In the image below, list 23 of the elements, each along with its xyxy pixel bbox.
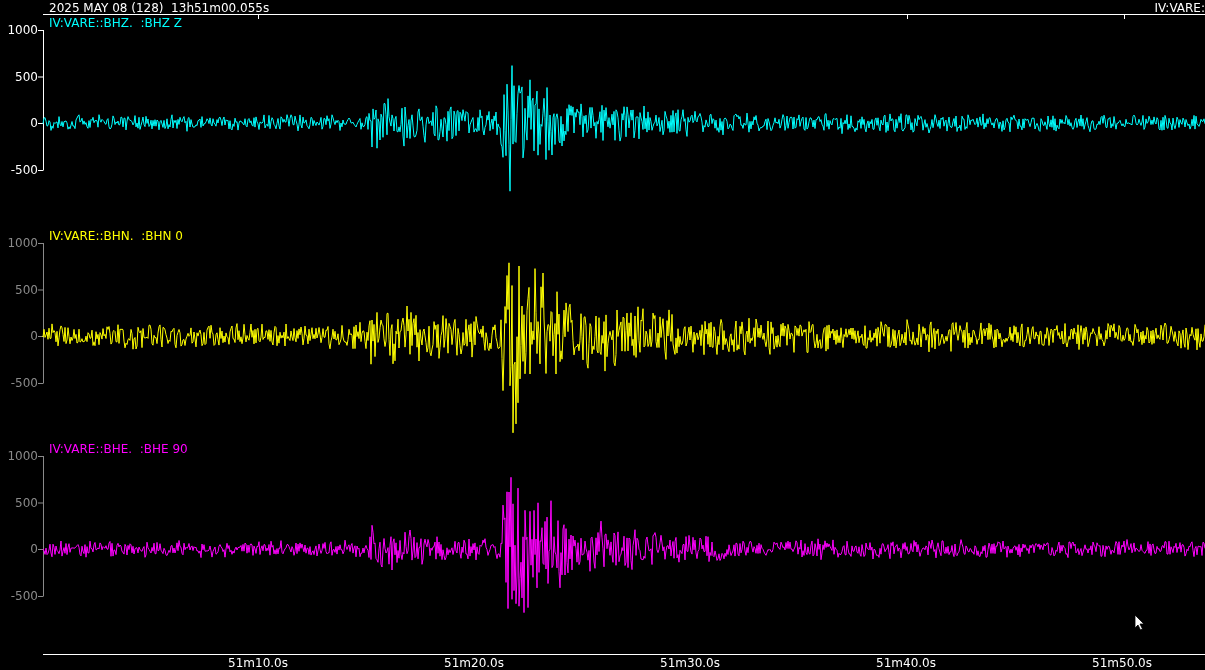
y-tick-label: 0 xyxy=(30,329,38,343)
y-tick-label: -500 xyxy=(10,163,38,177)
y-tick-label: 1000 xyxy=(7,23,38,37)
time-tick-label: 51m30.0s xyxy=(660,656,720,670)
y-tick-label: 1000 xyxy=(7,236,38,250)
time-tick-label: 51m20.0s xyxy=(444,656,504,670)
y-tick-label: -500 xyxy=(10,376,38,390)
y-tick-label: 500 xyxy=(15,69,38,84)
y-tick-label: 500 xyxy=(15,495,38,510)
station-name: IV:VARE: xyxy=(1154,0,1205,15)
trace-label: IV:VARE::BHN. :BHN 0 xyxy=(49,229,183,243)
time-tick-label: 51m50.0s xyxy=(1092,656,1152,670)
y-tick-label: -500 xyxy=(10,589,38,603)
time-tick-label: 51m10.0s xyxy=(228,656,288,670)
time-tick-label: 51m40.0s xyxy=(876,656,936,670)
start-time: 2025 MAY 08 (128) 13h51m00.055s xyxy=(48,0,270,15)
trace-label: IV:VARE::BHZ. :BHZ Z xyxy=(49,16,182,30)
pointer-icon xyxy=(1134,614,1145,631)
y-tick-label: 0 xyxy=(30,116,38,130)
trace-label: IV:VARE::BHE. :BHE 90 xyxy=(49,442,188,456)
y-tick-label: 500 xyxy=(15,282,38,297)
y-tick-label: 1000 xyxy=(7,449,38,463)
y-tick-label: 0 xyxy=(30,542,38,556)
